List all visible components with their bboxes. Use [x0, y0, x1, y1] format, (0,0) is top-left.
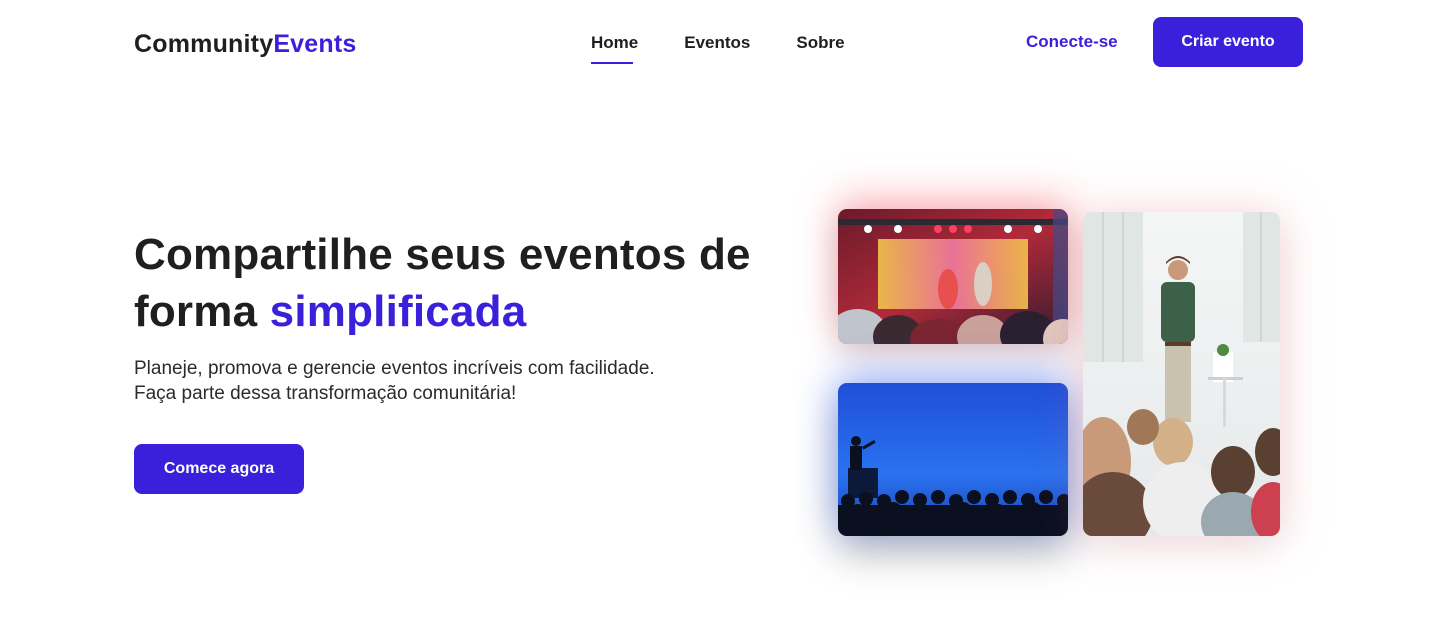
- hero-title: Compartilhe seus eventos de forma simpli…: [134, 226, 814, 340]
- auditorium-photo: [838, 383, 1068, 536]
- logo-base-text: Community: [134, 30, 274, 58]
- hero-title-line1: Compartilhe seus eventos de: [134, 230, 751, 279]
- hero-title-line2-prefix: forma: [134, 287, 270, 336]
- login-link[interactable]: Conecte-se: [1026, 32, 1118, 52]
- concert-photo: [838, 209, 1068, 344]
- site-header: CommunityEvents Home Eventos Sobre Conec…: [0, 0, 1440, 90]
- hero-subtitle-line1: Planeje, promova e gerencie eventos incr…: [134, 358, 655, 379]
- nav-item-eventos[interactable]: Eventos: [684, 33, 750, 53]
- logo-accent-text: Events: [273, 30, 357, 58]
- hero-subtitle-line2: Faça parte dessa transformação comunitár…: [134, 383, 517, 404]
- main-nav: Home Eventos Sobre: [591, 33, 845, 64]
- get-started-button[interactable]: Comece agora: [134, 444, 304, 494]
- nav-item-sobre[interactable]: Sobre: [796, 33, 844, 53]
- hero-title-highlight: simplificada: [269, 287, 527, 336]
- logo[interactable]: CommunityEvents: [134, 30, 357, 59]
- nav-item-home[interactable]: Home: [591, 33, 638, 64]
- create-event-button[interactable]: Criar evento: [1153, 17, 1303, 67]
- hero-subtitle: Planeje, promova e gerencie eventos incr…: [134, 356, 734, 406]
- speaker-photo: [1083, 212, 1280, 536]
